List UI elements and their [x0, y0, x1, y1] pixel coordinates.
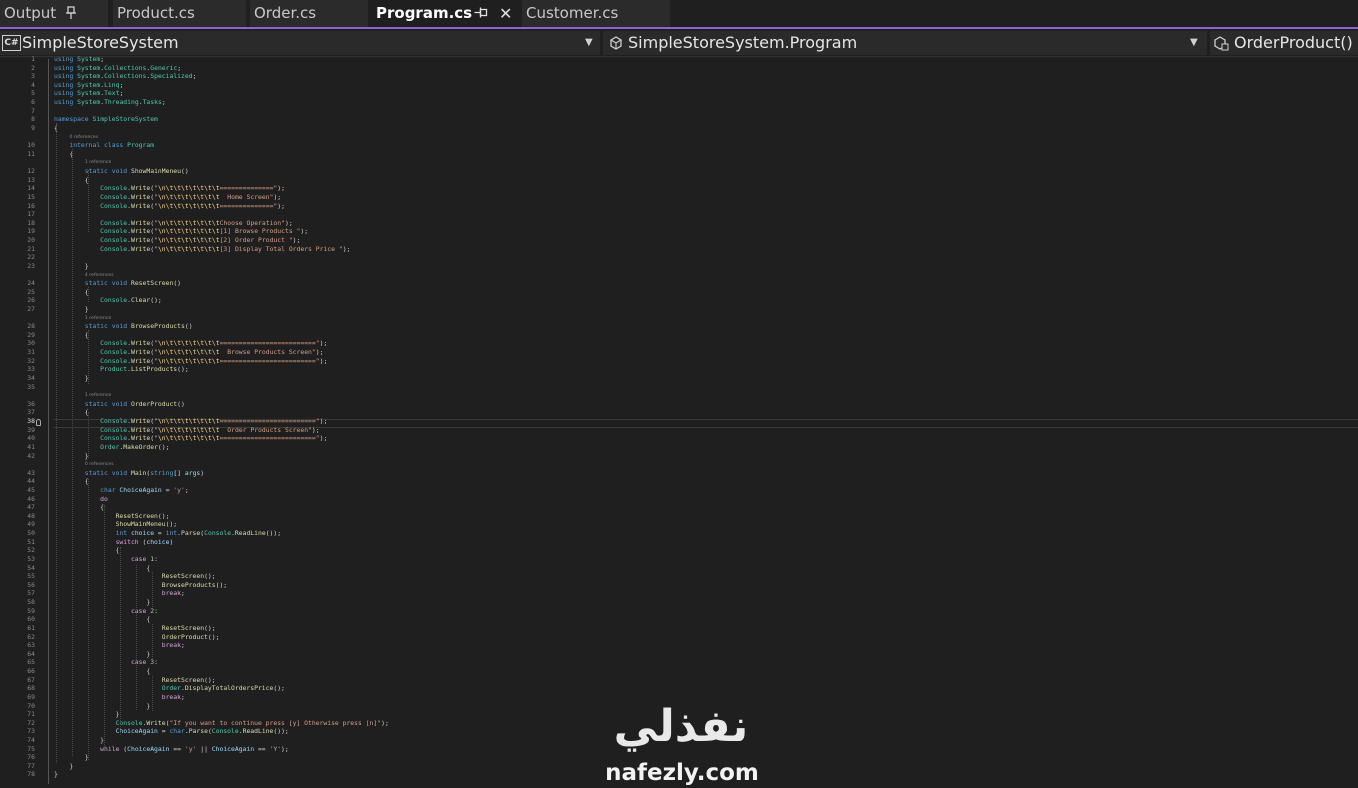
- code-line[interactable]: Console.Write("\n\t\t\t\t\t\t\t=========…: [54, 339, 327, 348]
- close-icon[interactable]: ✕: [499, 0, 512, 27]
- code-line[interactable]: {: [54, 546, 120, 555]
- tab-label: Customer.cs: [526, 4, 619, 22]
- class-icon: [610, 36, 622, 50]
- code-line[interactable]: Console.Write("\n\t\t\t\t\t\t\t[1] Brows…: [54, 227, 308, 236]
- class-name: SimpleStoreSystem.Program: [628, 33, 858, 52]
- code-line[interactable]: }: [54, 762, 73, 771]
- tab-label: Order.cs: [254, 4, 317, 22]
- code-line[interactable]: }: [54, 770, 58, 779]
- code-line[interactable]: using System.Text;: [54, 89, 123, 98]
- code-line[interactable]: BrowseProducts();: [54, 581, 227, 590]
- code-line[interactable]: static void ResetScreen(): [54, 279, 181, 288]
- code-text-area[interactable]: using System; using System.Collections.Ge…: [0, 55, 1358, 788]
- codelens-hint[interactable]: 0 references: [85, 462, 114, 468]
- indent-guide: [88, 287, 89, 302]
- code-line[interactable]: static void OrderProduct(): [54, 400, 185, 409]
- codelens-hint[interactable]: 4 references: [85, 273, 114, 279]
- indent-guide: [72, 149, 73, 756]
- watermark-logo-latin: nafezly.com: [605, 760, 759, 786]
- code-line[interactable]: while (ChoiceAgain == 'y' || ChoiceAgain…: [54, 745, 289, 754]
- code-line[interactable]: internal class Program: [54, 141, 154, 150]
- indent-guide: [88, 412, 89, 458]
- code-editor[interactable]: 1 2 3 4 5 6 7 8 9 10 11 12 13 14 15 16 17 18 19 20 21 22 23 24 2…: [0, 55, 1358, 788]
- code-line[interactable]: {: [54, 503, 104, 512]
- code-line[interactable]: Console.Write("\n\t\t\t\t\t\t\t=========…: [54, 434, 327, 443]
- tab-order-cs[interactable]: Order.cs: [250, 0, 368, 27]
- pin-icon[interactable]: [474, 7, 488, 18]
- outline-margin: [48, 59, 49, 784]
- code-line[interactable]: using System.Collections.Generic;: [54, 64, 181, 73]
- code-line[interactable]: Console.Write("\n\t\t\t\t\t\t\t[2] Order…: [54, 236, 300, 245]
- codelens-hint[interactable]: 1 reference: [85, 160, 111, 166]
- project-dropdown[interactable]: C# SimpleStoreSystem ▼: [0, 31, 600, 55]
- member-name: OrderProduct(): [1234, 33, 1353, 52]
- indent-guide: [152, 624, 153, 659]
- code-line[interactable]: using System.Collections.Specialized;: [54, 72, 196, 81]
- code-line[interactable]: ResetScreen();: [54, 624, 216, 633]
- tab-label: Program.cs: [376, 4, 473, 22]
- code-line[interactable]: Console.Clear();: [54, 296, 162, 305]
- code-line[interactable]: case 1:: [54, 555, 158, 564]
- code-line[interactable]: using System;: [54, 55, 104, 64]
- code-line[interactable]: char ChoiceAgain = 'y';: [54, 486, 189, 495]
- watermark-logo-arabic: نفذلي: [613, 701, 749, 752]
- code-line[interactable]: namespace SimpleStoreSystem: [54, 115, 158, 124]
- code-line[interactable]: }: [54, 736, 104, 745]
- code-line[interactable]: Console.Write("\n\t\t\t\t\t\t\t Order Pr…: [54, 426, 319, 435]
- member-dropdown[interactable]: OrderProduct(): [1210, 31, 1358, 55]
- tab-customer-cs[interactable]: Customer.cs: [522, 0, 670, 27]
- code-line[interactable]: Console.Write("\n\t\t\t\t\t\t\t=========…: [54, 417, 327, 426]
- codelens-hint[interactable]: 1 reference: [85, 393, 111, 399]
- code-line[interactable]: using System.Linq;: [54, 81, 123, 90]
- code-line[interactable]: ResetScreen();: [54, 572, 216, 581]
- document-tab-strip: Output Product.cs Order.cs Program.cs ✕ …: [0, 0, 1358, 29]
- codelens-hint[interactable]: 0 references: [69, 135, 98, 141]
- indent-guide: [88, 330, 89, 384]
- code-line[interactable]: using System.Threading.Tasks;: [54, 98, 166, 107]
- tab-label: Output: [4, 4, 57, 22]
- code-line[interactable]: static void Main(string[] args): [54, 469, 204, 478]
- indent-guide: [88, 479, 89, 760]
- indent-guide: [152, 676, 153, 711]
- code-line[interactable]: ResetScreen();: [54, 676, 216, 685]
- indent-guide: [152, 572, 153, 607]
- project-name: SimpleStoreSystem: [22, 33, 179, 52]
- code-line[interactable]: Console.Write("\n\t\t\t\t\t\t\t Browse P…: [54, 348, 323, 357]
- code-line[interactable]: ChoiceAgain = char.Parse(Console.ReadLin…: [54, 727, 289, 736]
- class-dropdown[interactable]: SimpleStoreSystem.Program ▼: [603, 31, 1207, 55]
- tab-program-cs[interactable]: Program.cs ✕: [372, 0, 520, 27]
- method-lock-icon: [1214, 36, 1229, 51]
- indent-guide: [120, 547, 121, 735]
- code-line[interactable]: Console.Write("\n\t\t\t\t\t\t\t[3] Displ…: [54, 245, 350, 254]
- code-line[interactable]: case 3:: [54, 658, 158, 667]
- code-line[interactable]: static void ShowMainMeneu(): [54, 167, 189, 176]
- indent-guide: [104, 505, 105, 749]
- indent-guide: [56, 123, 57, 763]
- pin-icon[interactable]: [66, 6, 76, 19]
- code-line[interactable]: static void BrowseProducts(): [54, 322, 193, 331]
- code-line[interactable]: Console.Write("\n\t\t\t\t\t\t\t=========…: [54, 357, 327, 366]
- indent-guide: [136, 565, 137, 710]
- code-line[interactable]: Console.Write("\n\t\t\t\t\t\t\tChoose Op…: [54, 219, 293, 228]
- code-line[interactable]: do: [54, 495, 108, 504]
- chevron-down-icon: ▼: [585, 37, 593, 48]
- csharp-project-icon: C#: [2, 35, 21, 51]
- indent-guide: [88, 170, 89, 232]
- chevron-down-icon: ▼: [1190, 37, 1198, 48]
- tab-product-cs[interactable]: Product.cs: [113, 0, 246, 27]
- codelens-hint[interactable]: 1 reference: [85, 316, 111, 322]
- code-line[interactable]: }: [54, 710, 120, 719]
- tab-output[interactable]: Output: [0, 0, 108, 27]
- tab-label: Product.cs: [117, 4, 195, 22]
- navigation-bar: C# SimpleStoreSystem ▼ SimpleStoreSystem…: [0, 29, 1358, 57]
- code-line[interactable]: Product.ListProducts();: [54, 365, 189, 374]
- code-line[interactable]: case 2:: [54, 607, 158, 616]
